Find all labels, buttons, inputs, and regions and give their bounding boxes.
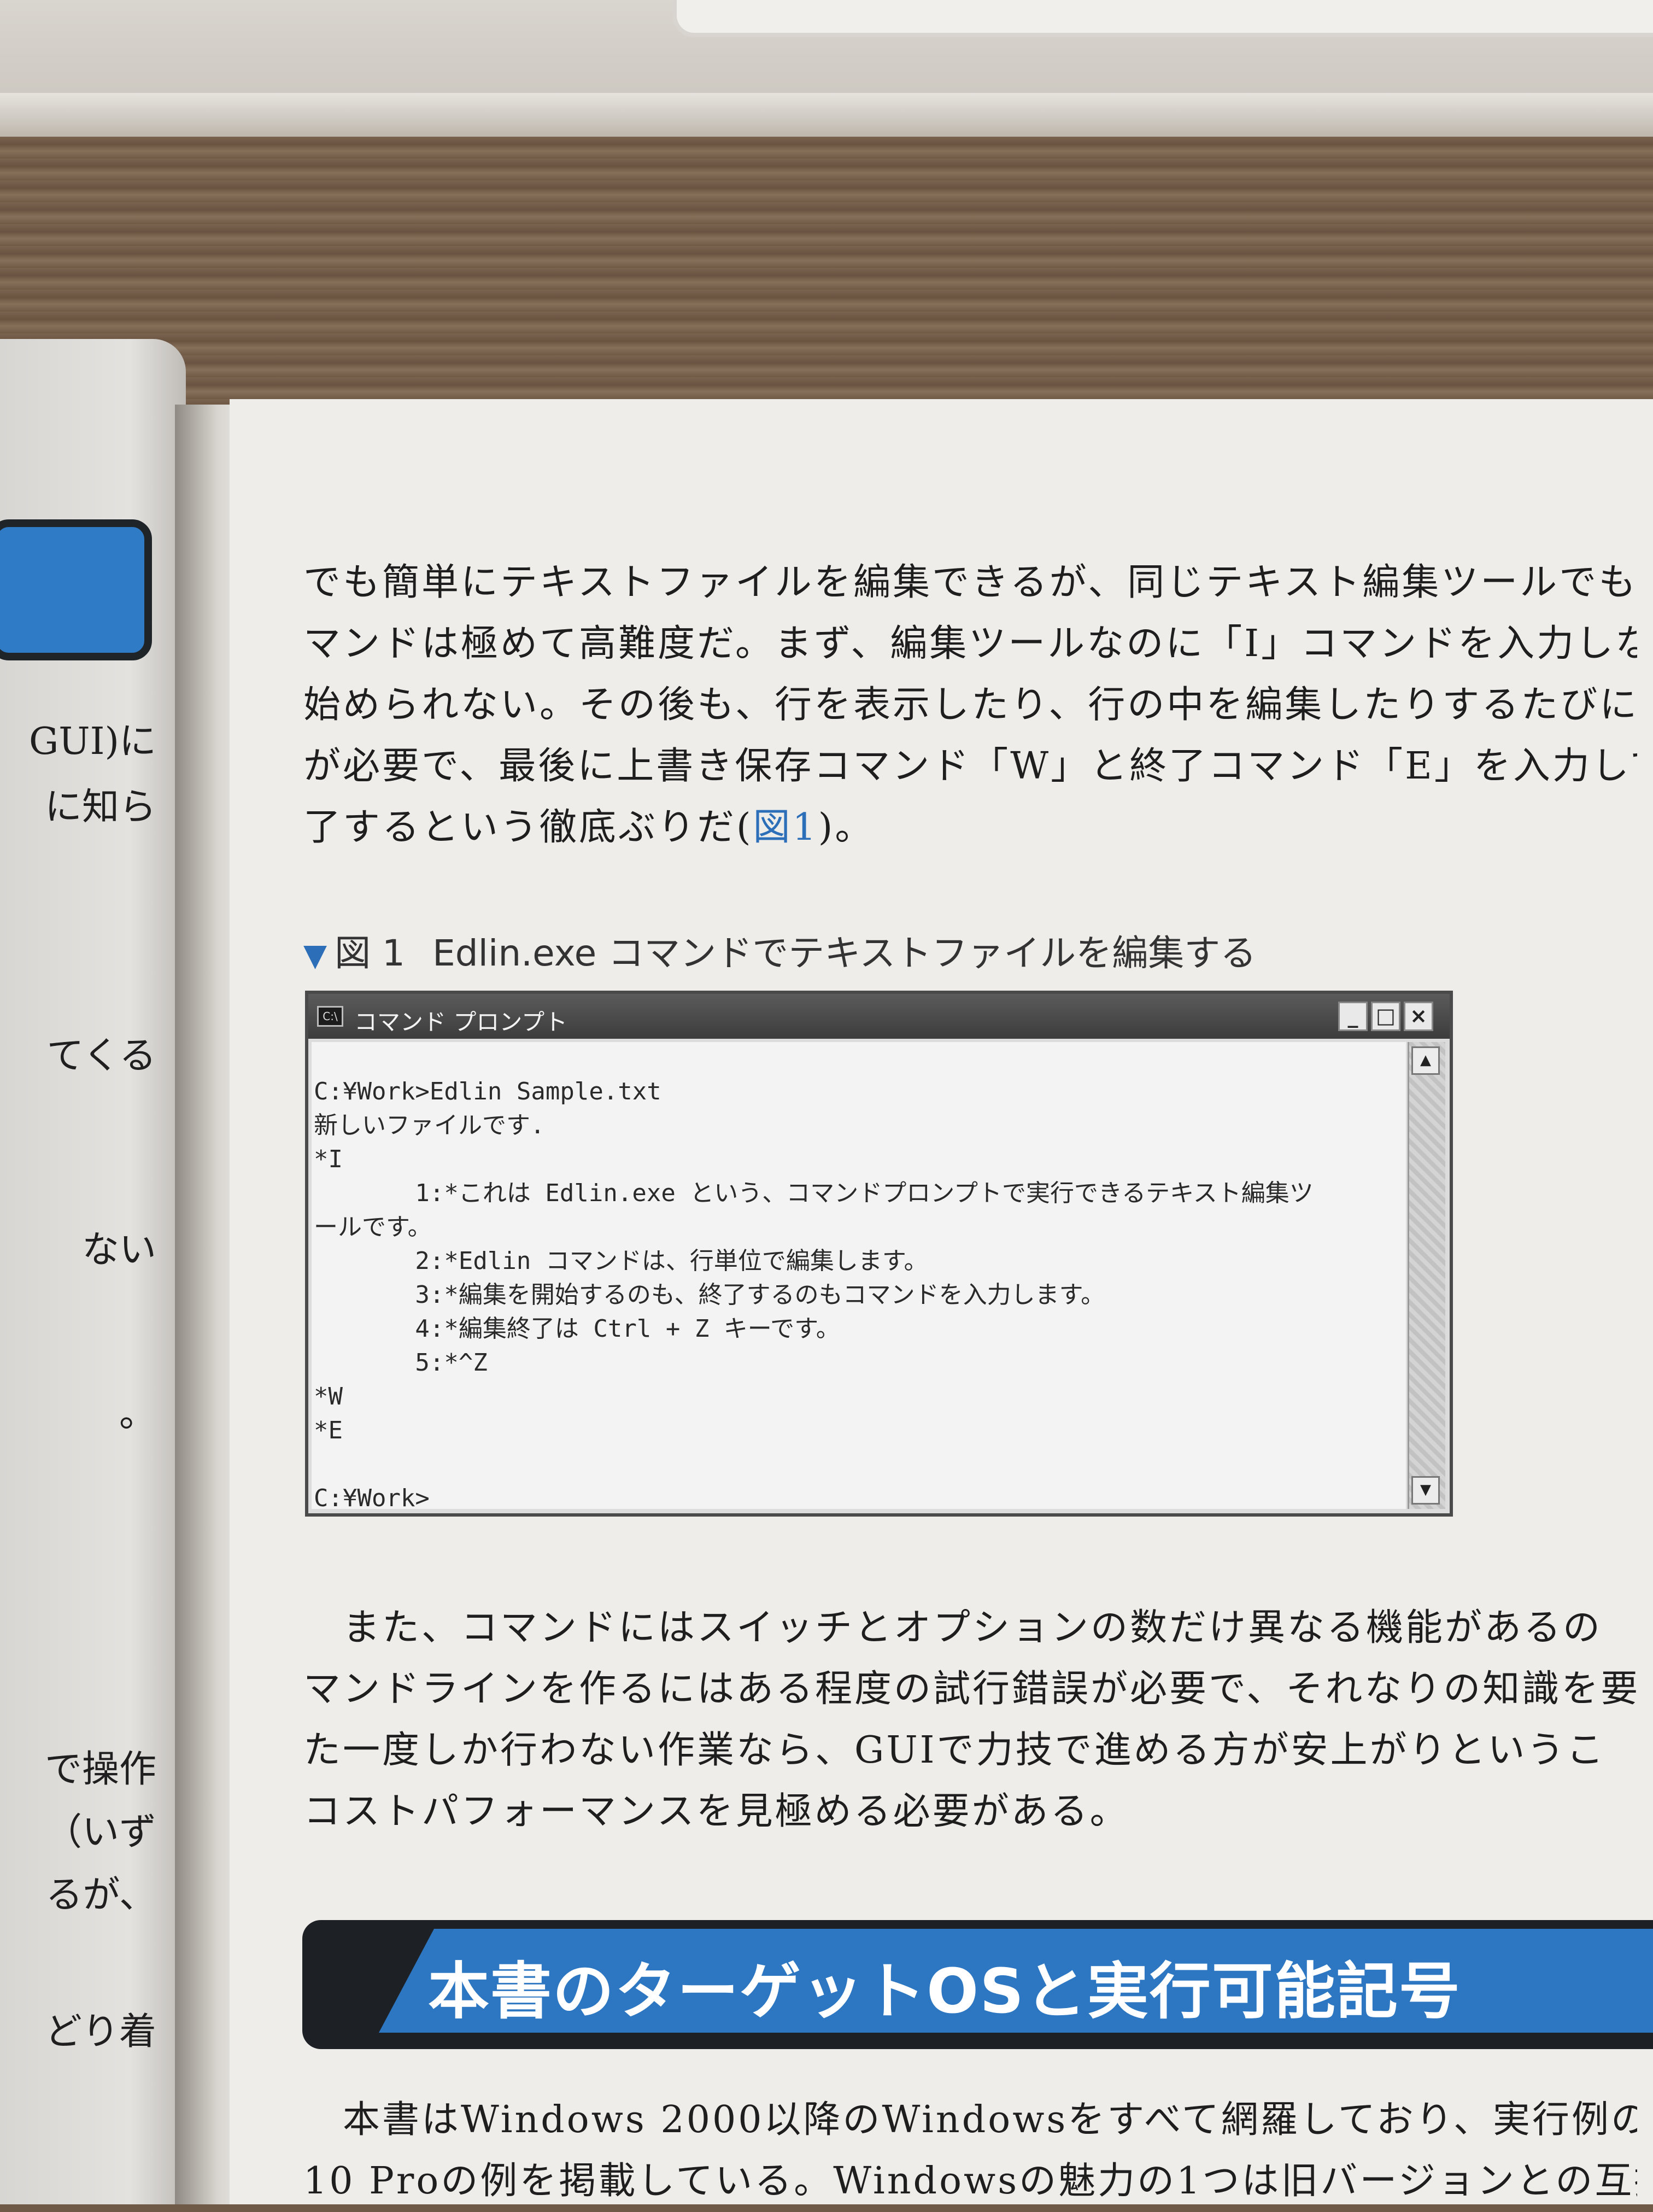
console-line: *I [314, 1145, 343, 1173]
paragraph-line: マンドは極めて高難度だ。まず、編集ツールなのに「I」コマンドを入力しな [303, 622, 1637, 665]
window-title-bar[interactable]: C:\ コマンド プロンプト _ □ × [308, 994, 1450, 1039]
console-line: 3:*編集を開始するのも、終了するのもコマンドを入力します。 [314, 1281, 1105, 1309]
left-page-line: てくる [46, 1034, 156, 1078]
background-shelf [0, 93, 1653, 142]
left-page-line: 。 [119, 1392, 156, 1436]
figure-caption: ▼ 図 1 Edlin.exe コマンドでテキストファイルを編集する [303, 924, 1256, 976]
console-line: 2:*Edlin コマンドは、行単位で編集します。 [314, 1247, 928, 1275]
console-output-area[interactable]: C:¥Work>Edlin Sample.txt 新しいファイルです. *I 1:*… [312, 1042, 1406, 1512]
minimize-button[interactable]: _ [1338, 1002, 1368, 1031]
intro-paragraph: でも簡単にテキストファイルを編集できるが、同じテキスト編集ツールでも マンドは極… [303, 552, 1637, 858]
paragraph-line: が必要で、最後に上書き保存コマンド「W」と終了コマンド「E」を入力して、 [303, 745, 1637, 788]
figure-reference-link[interactable]: 図1 [753, 806, 818, 849]
console-line: 4:*編集終了は Ctrl + Z キーです。 [314, 1315, 840, 1343]
paragraph-line: コストパフォーマンスを見極める必要がある。 [303, 1790, 1129, 1833]
paragraph-line: でも簡単にテキストファイルを編集できるが、同じテキスト編集ツールでも [303, 561, 1637, 604]
left-page-line: GUI)に [28, 720, 156, 763]
left-page-line: るが、 [45, 1874, 156, 1917]
left-page-line: ない [81, 1228, 156, 1272]
maximize-button[interactable]: □ [1371, 1002, 1400, 1031]
paragraph-line: た一度しか行わない作業なら、GUIで力技で進める方が安上がりというこ [303, 1729, 1606, 1772]
left-page-line: どり着 [44, 2010, 156, 2053]
command-prompt-window: C:\ コマンド プロンプト _ □ × C:¥Work>Edlin Sampl… [305, 991, 1453, 1517]
console-line: C:¥Work> [314, 1484, 430, 1512]
left-page-line: に知ら [44, 786, 156, 829]
scroll-down-button[interactable]: ▼ [1411, 1476, 1440, 1505]
paragraph-line: 10 Proの例を掲載している。Windowsの魅力の1つは旧バージョンとの互換 [303, 2160, 1637, 2203]
triangle-marker-icon: ▼ [303, 938, 327, 973]
console-line: 5:*^Z [314, 1349, 488, 1377]
window-title: コマンド プロンプト [354, 1009, 568, 1035]
paragraph-line: 了するという徹底ぶりだ(図1)。 [303, 797, 1637, 858]
vertical-scrollbar[interactable]: ▲ ▼ [1408, 1042, 1445, 1509]
left-page: GUI)に に知ら てくる ない 。 で操作 （いず るが、 どり着 [0, 339, 186, 2204]
background-tray [672, 0, 1653, 37]
scroll-up-button[interactable]: ▲ [1411, 1046, 1440, 1075]
figure-number: 図 1 [335, 932, 406, 974]
console-line: ールです。 [314, 1213, 432, 1241]
paragraph-line: 本書はWindows 2000以降のWindowsをすべて網羅しており、実行例の… [303, 2098, 1637, 2141]
section-banner: 本書のターゲットOSと実行可能記号 [302, 1920, 1653, 2049]
left-page-section-tab [0, 519, 152, 660]
figure-caption-text: Edlin.exe コマンドでテキストファイルを編集する [432, 932, 1257, 974]
console-text: C:¥Work>Edlin Sample.txt 新しいファイルです. *I 1:*… [314, 1075, 1314, 1515]
console-line: *E [314, 1417, 343, 1444]
console-line: 1:*これは Edlin.exe という、コマンドプロンプトで実行できるテキスト… [314, 1179, 1314, 1207]
paragraph-text: 了するという徹底ぶりだ( [303, 806, 753, 849]
close-button[interactable]: × [1404, 1002, 1433, 1031]
console-line: 新しいファイルです. [314, 1111, 545, 1139]
console-line: C:¥Work>Edlin Sample.txt [314, 1078, 661, 1105]
console-icon: C:\ [317, 1006, 343, 1027]
paragraph-line: 始められない。その後も、行を表示したり、行の中を編集したりするたびに [303, 683, 1637, 727]
left-page-line: で操作 [44, 1748, 156, 1791]
left-page-line: （いず [44, 1811, 156, 1854]
third-paragraph: 本書はWindows 2000以降のWindowsをすべて網羅しており、実行例の… [303, 2090, 1637, 2212]
paragraph-text: )。 [818, 806, 875, 849]
paragraph-line: マンドラインを作るにはある程度の試行錯誤が必要で、それなりの知識を要求 [303, 1667, 1637, 1711]
second-paragraph: また、コマンドにはスイッチとオプションの数だけ異なる機能があるの マンドラインを… [303, 1597, 1637, 1842]
console-line: *W [314, 1383, 343, 1411]
paragraph-line: また、コマンドにはスイッチとオプションの数だけ異なる機能があるの [303, 1606, 1603, 1649]
section-title: 本書のターゲットOSと実行可能記号 [428, 1956, 1461, 2027]
